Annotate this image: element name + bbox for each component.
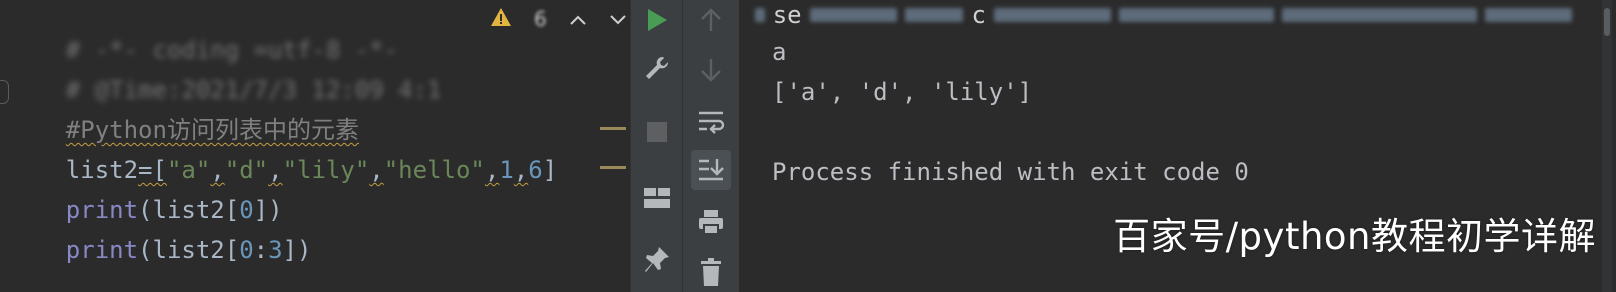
warning-count: 6	[534, 7, 547, 31]
console-toolbar	[682, 0, 740, 292]
comma: ,	[513, 156, 529, 184]
trash-icon[interactable]	[691, 252, 731, 292]
print-args: (list2[	[138, 236, 240, 264]
run-icon[interactable]	[637, 0, 677, 40]
arrow-up-icon[interactable]	[691, 0, 731, 40]
pin-icon[interactable]	[637, 240, 677, 280]
comma: ,	[484, 156, 500, 184]
scrollbar-thumb[interactable]	[1604, 8, 1610, 36]
chevron-down-icon[interactable]	[609, 7, 627, 31]
print-icon[interactable]	[691, 202, 731, 242]
code-line-3[interactable]: #Python访问列表中的元素	[8, 76, 359, 144]
code-line-5[interactable]: print(list2[0])	[8, 156, 283, 224]
warning-stripe[interactable]	[600, 166, 626, 169]
list-item-2: "lily"	[282, 156, 370, 184]
code-line-4[interactable]: list2=["a","d","lily","hello",1,6]	[8, 116, 557, 184]
slice-end: 3	[268, 236, 283, 264]
output-line: a	[772, 38, 787, 66]
warning-icon[interactable]	[490, 7, 512, 32]
command-line-redacted: se c	[755, 1, 1572, 29]
code-line-2[interactable]: # @Time:2021/7/3 12:09 4:1	[8, 36, 442, 104]
stop-icon[interactable]	[637, 112, 677, 152]
code-line-1[interactable]: # -*- coding =utf-8 -*-	[8, 0, 398, 64]
output-line: ['a', 'd', 'lily']	[772, 78, 1033, 106]
comma: ,	[369, 156, 384, 184]
slice-start: 0	[239, 236, 254, 264]
list-item-3: "hello"	[383, 156, 485, 184]
print-keyword: print	[65, 236, 139, 264]
scroll-to-end-icon[interactable]	[691, 150, 731, 190]
slice-colon: :	[253, 236, 269, 264]
print-close: ])	[282, 236, 312, 264]
chevron-up-icon[interactable]	[569, 7, 587, 31]
run-console[interactable]: se c a ['a', 'd', 'lily'] Process finish…	[739, 0, 1616, 292]
watermark: 百家号/python教程初学详解	[1113, 215, 1596, 258]
arrow-down-icon[interactable]	[691, 50, 731, 90]
wrench-icon[interactable]	[637, 48, 677, 88]
list-close: ]	[542, 156, 558, 184]
run-toolbar	[630, 0, 683, 292]
exit-message: Process finished with exit code 0	[772, 158, 1249, 186]
list-item-4: 1	[499, 156, 514, 184]
code-line-6[interactable]: print(list2[0:3])	[8, 196, 312, 264]
vertical-scrollbar[interactable]	[1602, 0, 1612, 292]
header-fragment: c	[971, 1, 986, 29]
soft-wrap-icon[interactable]	[691, 102, 731, 142]
list-item-5: 6	[528, 156, 543, 184]
warning-stripe[interactable]	[600, 127, 626, 130]
code-editor[interactable]: # -*- coding =utf-8 -*- # @Time:2021/7/3…	[0, 0, 630, 292]
inspection-widget[interactable]: 6	[490, 4, 627, 34]
header-fragment: se	[772, 1, 802, 29]
layout-icon[interactable]	[637, 178, 677, 218]
